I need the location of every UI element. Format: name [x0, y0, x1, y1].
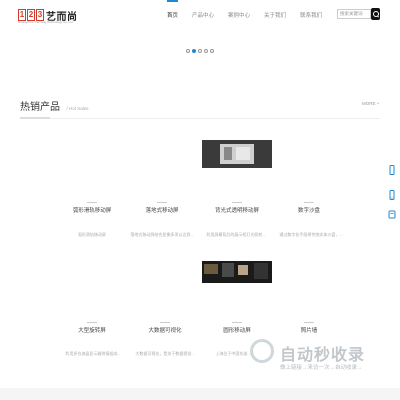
wechat-icon[interactable]	[388, 210, 396, 220]
mobile-icon[interactable]	[388, 190, 396, 200]
product-title[interactable]: 数字沙盘	[269, 202, 349, 214]
product-desc: 弧形滑轨移动屏	[78, 232, 106, 237]
product-title[interactable]: 圆形移动屏	[197, 322, 277, 334]
nav-item-about[interactable]: 关于我们	[257, 11, 293, 19]
search-input[interactable]: 搜索关键词	[337, 9, 371, 19]
divider	[20, 118, 380, 119]
product-desc: 利用多台液晶显示器拼接组成...	[65, 351, 121, 356]
nav-item-contact[interactable]: 联系我们	[293, 11, 329, 19]
product-title[interactable]: 大型旋转屏	[52, 322, 132, 334]
section-title: 热销产品	[20, 102, 60, 113]
section-header: 热销产品 / Hot Sales	[20, 97, 88, 115]
section-subtitle: / Hot Sales	[66, 106, 89, 111]
slider-dots	[186, 49, 214, 53]
product-desc: 通过数字化手段将传统实体沙盘，...	[279, 232, 343, 237]
slider-dot-active[interactable]	[192, 49, 196, 53]
product-desc: 大数据可视化，是关于数据视觉...	[135, 351, 195, 356]
page: 1 2 3 艺而尚 Guangzhou Yierhang Technology …	[0, 0, 400, 400]
nav-item-products[interactable]: 产品中心	[185, 11, 221, 19]
more-link[interactable]: MORE +	[362, 101, 379, 106]
slider-dot[interactable]	[198, 49, 202, 53]
watermark-text: 自动秒收录	[280, 347, 366, 364]
product-title[interactable]: 落地式移动屏	[122, 202, 202, 214]
slider-dot[interactable]	[186, 49, 190, 53]
footer-strip	[0, 388, 400, 400]
watermark-subtext: 做上链接→来访一次→自动收录→	[280, 365, 363, 371]
product-image[interactable]	[202, 140, 272, 168]
slider-dot[interactable]	[210, 49, 214, 53]
header: 1 2 3 艺而尚 Guangzhou Yierhang Technology …	[0, 0, 400, 30]
main-nav: 首页 产品中心 案例中心 关于我们 联系我们	[160, 0, 329, 19]
product-image[interactable]	[202, 261, 272, 283]
logo-subtitle: Guangzhou Yierhang Technology Co.,Ltd	[18, 20, 73, 24]
slider-dot[interactable]	[204, 49, 208, 53]
watermark: 自动秒收录 做上链接→来访一次→自动收录→	[250, 337, 390, 377]
nav-item-home[interactable]: 首页	[160, 0, 185, 19]
product-title[interactable]: 大数据可视化	[125, 322, 205, 334]
phone-icon[interactable]	[388, 165, 396, 175]
search-icon[interactable]	[371, 8, 380, 20]
product-title[interactable]: 背光式透明移动屏	[197, 202, 277, 214]
banner-slider	[0, 30, 400, 63]
product-desc: 利用屏幕背后的展示柜灯光照射...	[206, 232, 266, 237]
product-desc: 落地式移动屏结合显像多项以达到...	[130, 232, 194, 237]
product-title[interactable]: 照片墙	[269, 322, 349, 334]
product-title[interactable]: 弧形滑轨移动屏	[52, 202, 132, 214]
watermark-logo-icon	[250, 339, 274, 363]
divider-accent	[20, 117, 50, 119]
nav-item-cases[interactable]: 案例中心	[221, 11, 257, 19]
